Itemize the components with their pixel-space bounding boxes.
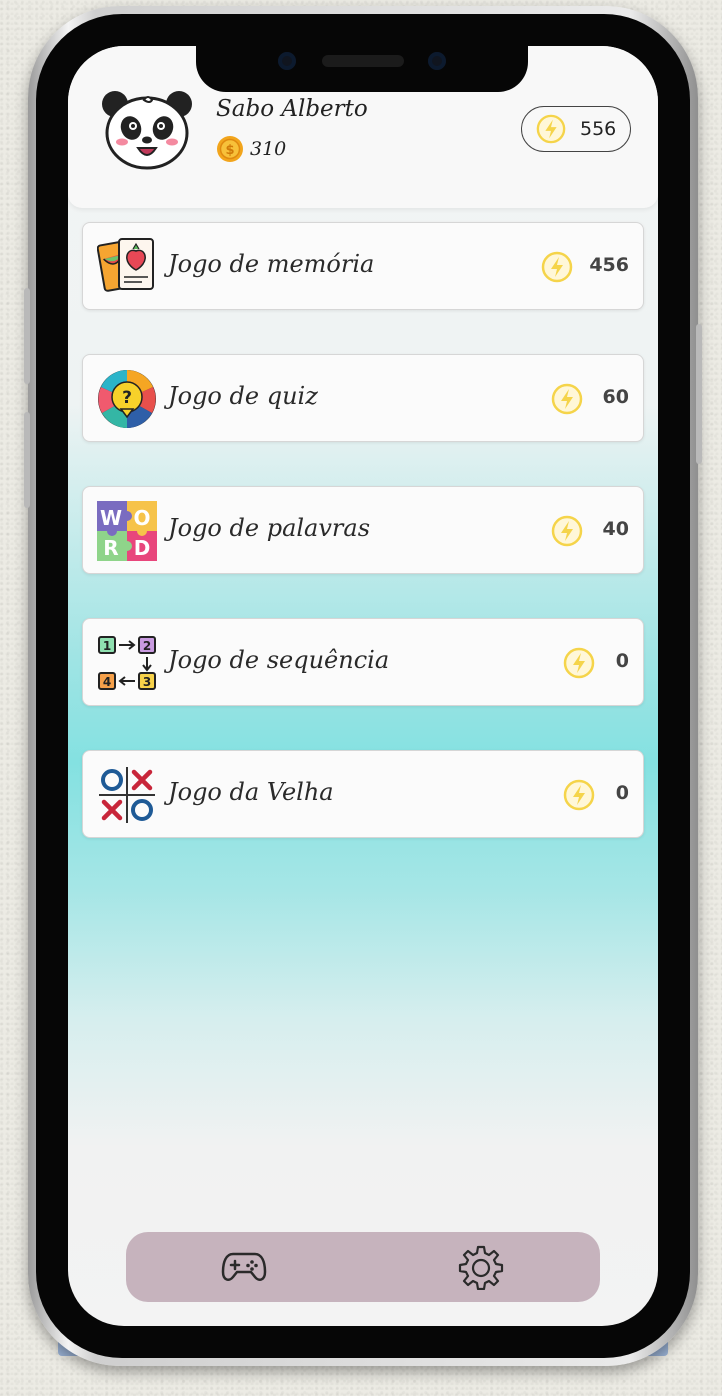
sequence-icon: 1 2 3 4 — [98, 636, 156, 690]
app-screen: Sabo Alberto $ 310 556 Jogo de memória 4… — [68, 46, 658, 1326]
quiz-wheel-icon: ? — [98, 370, 156, 428]
game-card-words[interactable]: W O R D Jogo de palavras 40 — [82, 486, 644, 574]
svg-text:D: D — [134, 536, 151, 560]
game-energy: 60 — [602, 386, 629, 408]
power-button — [696, 324, 702, 464]
bolt-icon — [551, 383, 583, 415]
memory-cards-icon — [97, 238, 154, 292]
coin-count: 310 — [250, 138, 287, 160]
front-sensor — [428, 52, 446, 70]
gamepad-icon — [221, 1252, 267, 1281]
user-name: Sabo Alberto — [216, 96, 368, 122]
nav-settings-button[interactable] — [457, 1244, 505, 1290]
game-energy: 0 — [615, 650, 629, 672]
game-energy: 456 — [589, 254, 629, 276]
bottom-nav — [126, 1232, 600, 1302]
phone-notch — [196, 46, 528, 92]
game-title: Jogo de quiz — [168, 382, 318, 410]
bolt-icon — [541, 251, 573, 283]
bolt-icon — [551, 515, 583, 547]
panda-avatar[interactable] — [100, 88, 194, 170]
svg-text:1: 1 — [103, 639, 111, 653]
volume-up-button — [24, 288, 30, 384]
energy-count: 556 — [580, 118, 617, 140]
game-title: Jogo de palavras — [168, 514, 371, 542]
game-card-sequence[interactable]: 1 2 3 4 Jogo de sequência 0 — [82, 618, 644, 706]
coin-icon: $ — [217, 136, 243, 162]
svg-text:R: R — [103, 536, 118, 560]
game-energy: 40 — [602, 518, 629, 540]
energy-balance[interactable]: 556 — [521, 106, 631, 152]
svg-text:$: $ — [225, 143, 234, 158]
nav-games-button[interactable] — [220, 1244, 268, 1290]
game-card-tic-tac-toe[interactable]: Jogo da Velha 0 — [82, 750, 644, 838]
game-title: Jogo da Velha — [168, 778, 334, 806]
svg-text:4: 4 — [103, 675, 111, 689]
gear-icon — [458, 1245, 504, 1290]
earpiece-speaker — [322, 55, 404, 67]
svg-text:O: O — [133, 506, 150, 530]
bolt-icon — [563, 779, 595, 811]
svg-text:2: 2 — [143, 639, 151, 653]
game-card-memory[interactable]: Jogo de memória 456 — [82, 222, 644, 310]
svg-text:3: 3 — [143, 675, 151, 689]
game-energy: 0 — [615, 782, 629, 804]
volume-down-button — [24, 412, 30, 508]
game-card-quiz[interactable]: ? Jogo de quiz 60 — [82, 354, 644, 442]
game-title: Jogo de memória — [168, 250, 375, 278]
bolt-icon — [563, 647, 595, 679]
game-title: Jogo de sequência — [168, 646, 390, 674]
bolt-icon — [536, 114, 566, 144]
tic-tac-toe-icon — [99, 767, 155, 823]
coin-balance: $ 310 — [216, 134, 286, 164]
svg-text:W: W — [100, 506, 122, 530]
svg-text:?: ? — [122, 388, 132, 408]
word-tiles-icon: W O R D — [97, 501, 157, 561]
front-camera — [278, 52, 296, 70]
